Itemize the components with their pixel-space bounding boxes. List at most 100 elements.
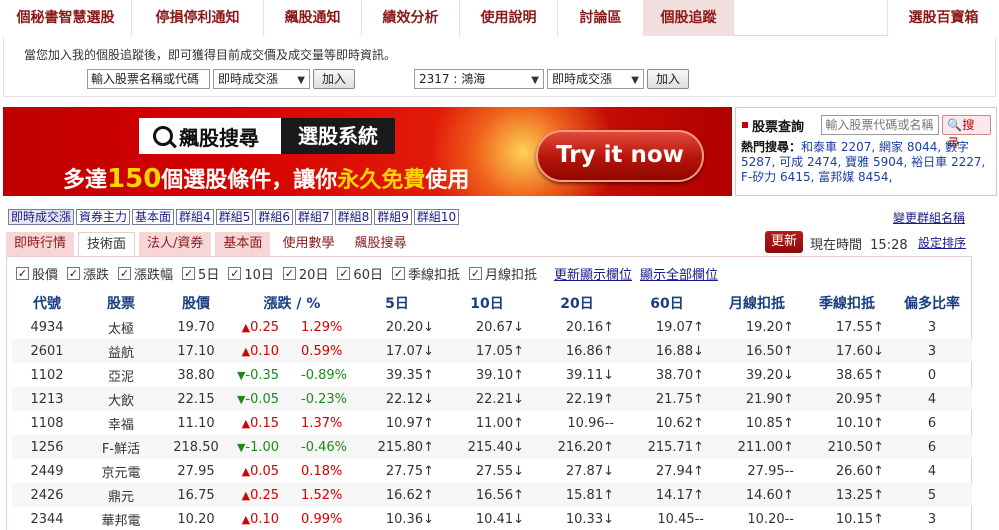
ma-value: 20.20	[385, 319, 424, 335]
cell-name[interactable]: 大飲	[82, 387, 160, 411]
search-button[interactable]: 🔍搜尋	[942, 115, 991, 150]
cell-name[interactable]: 亞泥	[82, 363, 160, 387]
view-tab-1[interactable]: 技術面	[78, 232, 136, 256]
col-header-10[interactable]: 偏多比率	[892, 290, 972, 315]
col-header-5[interactable]: 10日	[442, 290, 532, 315]
view-link-1[interactable]: 飆股搜尋	[346, 232, 414, 256]
table-row[interactable]: 2344 華邦電 10.20 ▲0.10 0.99% 10.36↓ 10.41↓ 10.33↓…	[12, 507, 972, 530]
group-select-left[interactable]: 即時成交漲 ▼	[213, 69, 310, 89]
column-check-3[interactable]: ✓ 5日	[182, 264, 219, 283]
promo-banner[interactable]: 飆股搜尋 選股系統 多達150個選股條件，讓你永久免費使用 Try it now	[3, 107, 732, 196]
checkbox-checked-icon[interactable]: ✓	[337, 266, 351, 280]
update-columns-link[interactable]: 更新顯示欄位	[554, 264, 632, 283]
col-header-9[interactable]: 季線扣抵	[802, 290, 892, 315]
checkbox-checked-icon[interactable]: ✓	[468, 266, 482, 280]
show-all-columns-link[interactable]: 顯示全部欄位	[640, 264, 718, 283]
column-check-8[interactable]: ✓ 月線扣抵	[468, 264, 537, 283]
ma-value: 27.94	[655, 463, 694, 479]
cell-name[interactable]: 華邦電	[82, 507, 160, 530]
change-percent: 1.29%	[301, 319, 343, 335]
column-check-1[interactable]: ✓ 漲跌	[67, 264, 109, 283]
stock-search-input[interactable]: 輸入股票代碼或名稱	[821, 115, 940, 135]
stock-select[interactable]: 2317 : 鴻海 ▼	[414, 69, 544, 89]
nav-tab-2[interactable]: 飆股通知	[264, 0, 362, 36]
view-tab-0[interactable]: 即時行情	[6, 232, 75, 256]
group-tab-0[interactable]: 即時成交漲	[8, 209, 75, 225]
group-tab-5[interactable]: 群組6	[255, 209, 293, 225]
table-row[interactable]: 4934 太極 19.70 ▲0.25 1.29% 20.20↓ 20.67↓ 20.16↑ 1…	[12, 315, 972, 339]
view-tab-2[interactable]: 法人/資券	[139, 232, 212, 256]
group-select-right[interactable]: 即時成交漲 ▼	[547, 69, 644, 89]
checkbox-checked-icon[interactable]: ✓	[16, 266, 29, 280]
cell-ma-3: 27.94↑	[622, 459, 712, 483]
col-header-1[interactable]: 股票	[82, 290, 160, 315]
cell-ma-2: 16.86↑	[532, 339, 622, 363]
col-header-6[interactable]: 20日	[532, 290, 622, 315]
try-it-now-button[interactable]: Try it now	[536, 130, 704, 182]
table-row[interactable]: 1108 幸福 11.10 ▲0.15 1.37% 10.97↑ 11.00↑ 10.96--…	[12, 411, 972, 435]
table-row[interactable]: 1102 亞泥 38.80 ▼-0.35 -0.89% 39.35↑ 39.10↑ 39.11…	[12, 363, 972, 387]
view-link-0[interactable]: 使用數學	[274, 232, 342, 256]
group-tab-7[interactable]: 群組8	[334, 209, 373, 225]
group-tab-8[interactable]: 群組9	[374, 209, 412, 225]
table-row[interactable]: 2449 京元電 27.95 ▲0.05 0.18% 27.75↑ 27.55↓ 27.87↓…	[12, 459, 972, 483]
table-row[interactable]: 1213 大飲 22.15 ▼-0.05 -0.23% 22.12↓ 22.21↓ 22.19…	[12, 387, 972, 411]
group-tab-4[interactable]: 群組5	[215, 209, 254, 225]
cell-name[interactable]: 幸福	[82, 411, 160, 435]
group-tab-1[interactable]: 資券主力	[76, 209, 131, 225]
col-header-8[interactable]: 月線扣抵	[712, 290, 802, 315]
nav-tab-3[interactable]: 績效分析	[362, 0, 460, 36]
table-row[interactable]: 2601 益航 17.10 ▲0.10 0.59% 17.07↓ 17.05↑ 16.86↑ 1…	[12, 339, 972, 363]
table-row[interactable]: 1256 F-鮮活 218.50 ▼-1.00 -0.46% 215.80↑ 215.40↓…	[12, 435, 972, 459]
view-tab-3[interactable]: 基本面	[215, 232, 271, 256]
hot-search: 熱門搜尋：和泰車 2207, 網家 8044, 數字 5287, 可成 2474…	[741, 140, 991, 185]
trend-arrow-icon: ↑	[693, 439, 704, 455]
cell-name[interactable]: 益航	[82, 339, 160, 363]
nav-tab-0[interactable]: 個秘書智慧選股	[0, 0, 132, 36]
checkbox-checked-icon[interactable]: ✓	[182, 266, 196, 280]
checkbox-checked-icon[interactable]: ✓	[391, 266, 405, 280]
cell-name[interactable]: 京元電	[82, 459, 160, 483]
chevron-down-icon: ▼	[631, 75, 639, 86]
cell-name[interactable]: F-鮮活	[82, 435, 160, 459]
rename-group-link[interactable]: 變更群組名稱	[893, 209, 965, 226]
nav-tab-treasure-box[interactable]: 選股百寶箱	[887, 0, 999, 36]
group-tab-3[interactable]: 群組4	[176, 209, 214, 225]
column-check-2[interactable]: ✓ 漲跌幅	[118, 264, 173, 283]
checkbox-checked-icon[interactable]: ✓	[282, 266, 296, 280]
cell-ma-3: 19.07↑	[622, 315, 712, 339]
checkbox-checked-icon[interactable]: ✓	[67, 266, 81, 280]
checkbox-checked-icon[interactable]: ✓	[118, 266, 132, 280]
col-header-0[interactable]: 代號	[12, 290, 82, 315]
group-tab-6[interactable]: 群組7	[294, 209, 333, 225]
refresh-button[interactable]: 更新	[765, 231, 803, 253]
trend-arrow-icon: --	[694, 511, 704, 527]
ma-value: 10.36	[385, 511, 424, 527]
nav-tab-5[interactable]: 討論區	[558, 0, 644, 36]
col-header-3[interactable]: 漲跌 / %	[232, 290, 352, 315]
column-check-7[interactable]: ✓ 季線扣抵	[391, 264, 460, 283]
cell-name[interactable]: 鼎元	[82, 483, 160, 507]
trend-arrow-icon: ↑	[693, 487, 704, 503]
add-button-right[interactable]: 加入	[647, 69, 690, 89]
group-tab-2[interactable]: 基本面	[132, 209, 175, 225]
nav-tab-6[interactable]: 個股追蹤	[644, 0, 734, 36]
magnifier-icon	[153, 126, 173, 146]
column-check-4[interactable]: ✓ 10日	[228, 264, 274, 283]
cell-name[interactable]: 太極	[82, 315, 160, 339]
add-button-left[interactable]: 加入	[313, 69, 356, 89]
col-header-7[interactable]: 60日	[622, 290, 712, 315]
column-check-6[interactable]: ✓ 60日	[337, 264, 383, 283]
nav-tab-4[interactable]: 使用說明	[460, 0, 558, 36]
col-header-4[interactable]: 5日	[352, 290, 442, 315]
cell-change: ▲0.15 1.37%	[232, 411, 352, 435]
sort-settings-link[interactable]: 設定排序	[918, 234, 966, 251]
nav-tab-1[interactable]: 停損停利通知	[132, 0, 264, 36]
group-tab-9[interactable]: 群組10	[413, 209, 460, 225]
checkbox-checked-icon[interactable]: ✓	[228, 266, 242, 280]
col-header-2[interactable]: 股價	[160, 290, 232, 315]
stock-name-input[interactable]: 輸入股票名稱或代碼	[87, 69, 210, 89]
table-row[interactable]: 2426 鼎元 16.75 ▲0.25 1.52% 16.62↑ 16.56↑ 15.81↑ 1…	[12, 483, 972, 507]
column-check-0[interactable]: ✓ 股價	[16, 264, 58, 283]
column-check-5[interactable]: ✓ 20日	[282, 264, 328, 283]
